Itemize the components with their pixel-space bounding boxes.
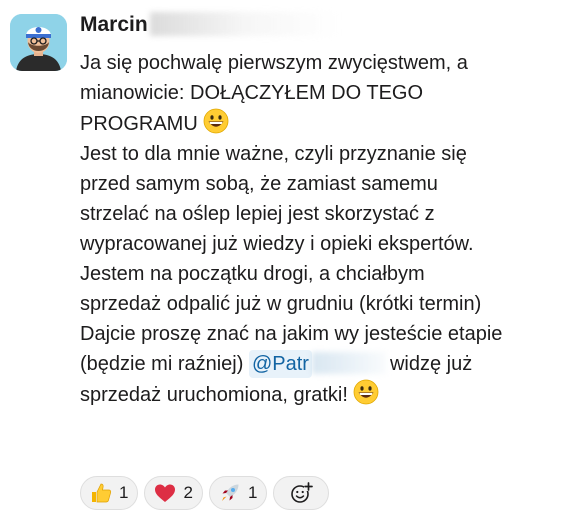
message-line: sprzedaż uruchomiona, gratki! [80, 384, 348, 406]
grinning-face-emoji-icon [203, 108, 229, 134]
mention-redacted [311, 352, 386, 374]
reaction-count: 1 [247, 483, 258, 502]
red-heart-icon [155, 484, 176, 502]
message-line: Ja się pochwalę pierwszym zwycięstwem, a [80, 52, 468, 74]
message-line: wypracowanej już wiedzy i opieki ekspert… [80, 233, 474, 255]
message-line: (będzie mi raźniej) [80, 353, 244, 375]
message-line: przed samym sobą, że zamiast samemu [80, 173, 438, 195]
message-paragraph-2: Jest to dla mnie ważne, czyli przyznanie… [80, 139, 572, 259]
rocket-icon [221, 484, 239, 501]
message-line: Jest to dla mnie ważne, czyli przyznanie… [80, 143, 467, 165]
add-reaction-button[interactable] [273, 476, 330, 510]
avatar-illustration [10, 14, 67, 71]
message-line: Dajcie proszę znać na jakim wy jesteście… [80, 323, 503, 345]
reaction-thumbs-up[interactable]: 1 [80, 476, 139, 510]
reactions-bar: 1 2 1 [80, 476, 330, 510]
avatar[interactable] [10, 14, 67, 71]
author-name[interactable]: Marcin [80, 11, 340, 39]
message-paragraph-4: Dajcie proszę znać na jakim wy jesteście… [80, 319, 572, 410]
message-line: widzę już [389, 353, 473, 375]
message-body: Ja się pochwalę pierwszym zwycięstwem, a… [80, 48, 572, 410]
message-line: Jestem na początku drogi, a chciałbym [80, 263, 425, 285]
add-emoji-icon [291, 482, 314, 503]
message-line: PROGRAMU [80, 113, 198, 135]
user-mention-text[interactable]: @Patr [252, 353, 309, 375]
author-name-redacted [149, 12, 340, 36]
message-line: strzelać na oślep lepiej jest skorzystać… [80, 203, 435, 225]
message-paragraph-1: Ja się pochwalę pierwszym zwycięstwem, a… [80, 48, 572, 139]
reaction-count: 1 [119, 483, 129, 502]
reaction-rocket[interactable]: 1 [208, 476, 268, 510]
user-mention[interactable]: @Patr [248, 350, 312, 378]
message-line: mianowicie: DOŁĄCZYŁEM DO TEGO [80, 82, 424, 104]
reaction-red-heart[interactable]: 2 [144, 476, 203, 510]
reaction-count: 2 [183, 483, 193, 502]
thumbs-up-icon [92, 483, 112, 503]
author-name-text[interactable]: Marcin [80, 13, 148, 36]
message-line: sprzedaż odpalić już w grudniu (krótki t… [80, 293, 482, 315]
grinning-face-emoji-icon [354, 379, 379, 405]
message-paragraph-3: Jestem na początku drogi, a chciałbym sp… [80, 259, 572, 319]
